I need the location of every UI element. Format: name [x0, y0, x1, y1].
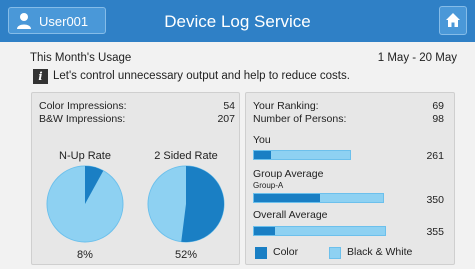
bw-impressions-row: B&W Impressions: 207 [39, 113, 235, 125]
legend-color-swatch [255, 247, 267, 259]
color-impressions-value: 54 [223, 100, 235, 112]
ranking-panel: Your Ranking: 69 Number of Persons: 98 Y… [245, 92, 455, 265]
page-title: Device Log Service [164, 12, 311, 31]
ranking-label: Your Ranking: [253, 100, 319, 112]
group-average-label: Group Average [253, 168, 324, 180]
group-average-bar [253, 193, 384, 203]
overall-average-value: 355 [426, 226, 444, 238]
you-bar [253, 150, 351, 160]
you-value: 261 [426, 150, 444, 162]
overall-average-label: Overall Average [253, 209, 328, 221]
group-average-value: 350 [426, 194, 444, 206]
you-bar-color-fill [254, 151, 271, 159]
bw-impressions-value: 207 [217, 113, 235, 125]
legend-color-label: Color [273, 246, 299, 258]
impressions-panel: Color Impressions: 54 B&W Impressions: 2… [31, 92, 240, 265]
color-impressions-row: Color Impressions: 54 [39, 100, 235, 112]
legend-bw-label: Black & White [347, 246, 413, 258]
legend-bw-swatch [329, 247, 341, 259]
home-button[interactable] [439, 6, 467, 35]
sided-rate-slice [181, 166, 225, 242]
overall-average-bar-color-fill [254, 227, 275, 235]
color-impressions-label: Color Impressions: [39, 100, 127, 112]
persons-value: 98 [432, 113, 444, 125]
ranking-row: Your Ranking: 69 [253, 100, 444, 112]
usage-period: 1 May - 20 May [377, 52, 457, 64]
persons-label: Number of Persons: [253, 113, 347, 125]
overall-average-bar [253, 226, 386, 236]
sided-rate-title: 2 Sided Rate [154, 150, 218, 162]
notice-text: Let's control unnecessary output and hel… [53, 70, 350, 82]
bw-impressions-label: B&W Impressions: [39, 113, 126, 125]
ranking-value: 69 [432, 100, 444, 112]
group-average-bar-color-fill [254, 194, 320, 202]
header-bar: User001 Device Log Service [0, 0, 475, 42]
nup-rate-pie [46, 165, 124, 243]
persons-row: Number of Persons: 98 [253, 113, 444, 125]
nup-rate-title: N-Up Rate [59, 150, 111, 162]
sided-rate-pie [147, 165, 225, 243]
info-icon: i [33, 69, 48, 84]
home-icon [446, 13, 460, 27]
group-name: Group-A [253, 181, 284, 190]
usage-row: This Month's Usage 1 May - 20 May [30, 52, 457, 64]
usage-label: This Month's Usage [30, 52, 132, 64]
sided-rate-value: 52% [174, 249, 198, 261]
you-label: You [253, 134, 271, 146]
nup-rate-value: 8% [77, 249, 93, 261]
